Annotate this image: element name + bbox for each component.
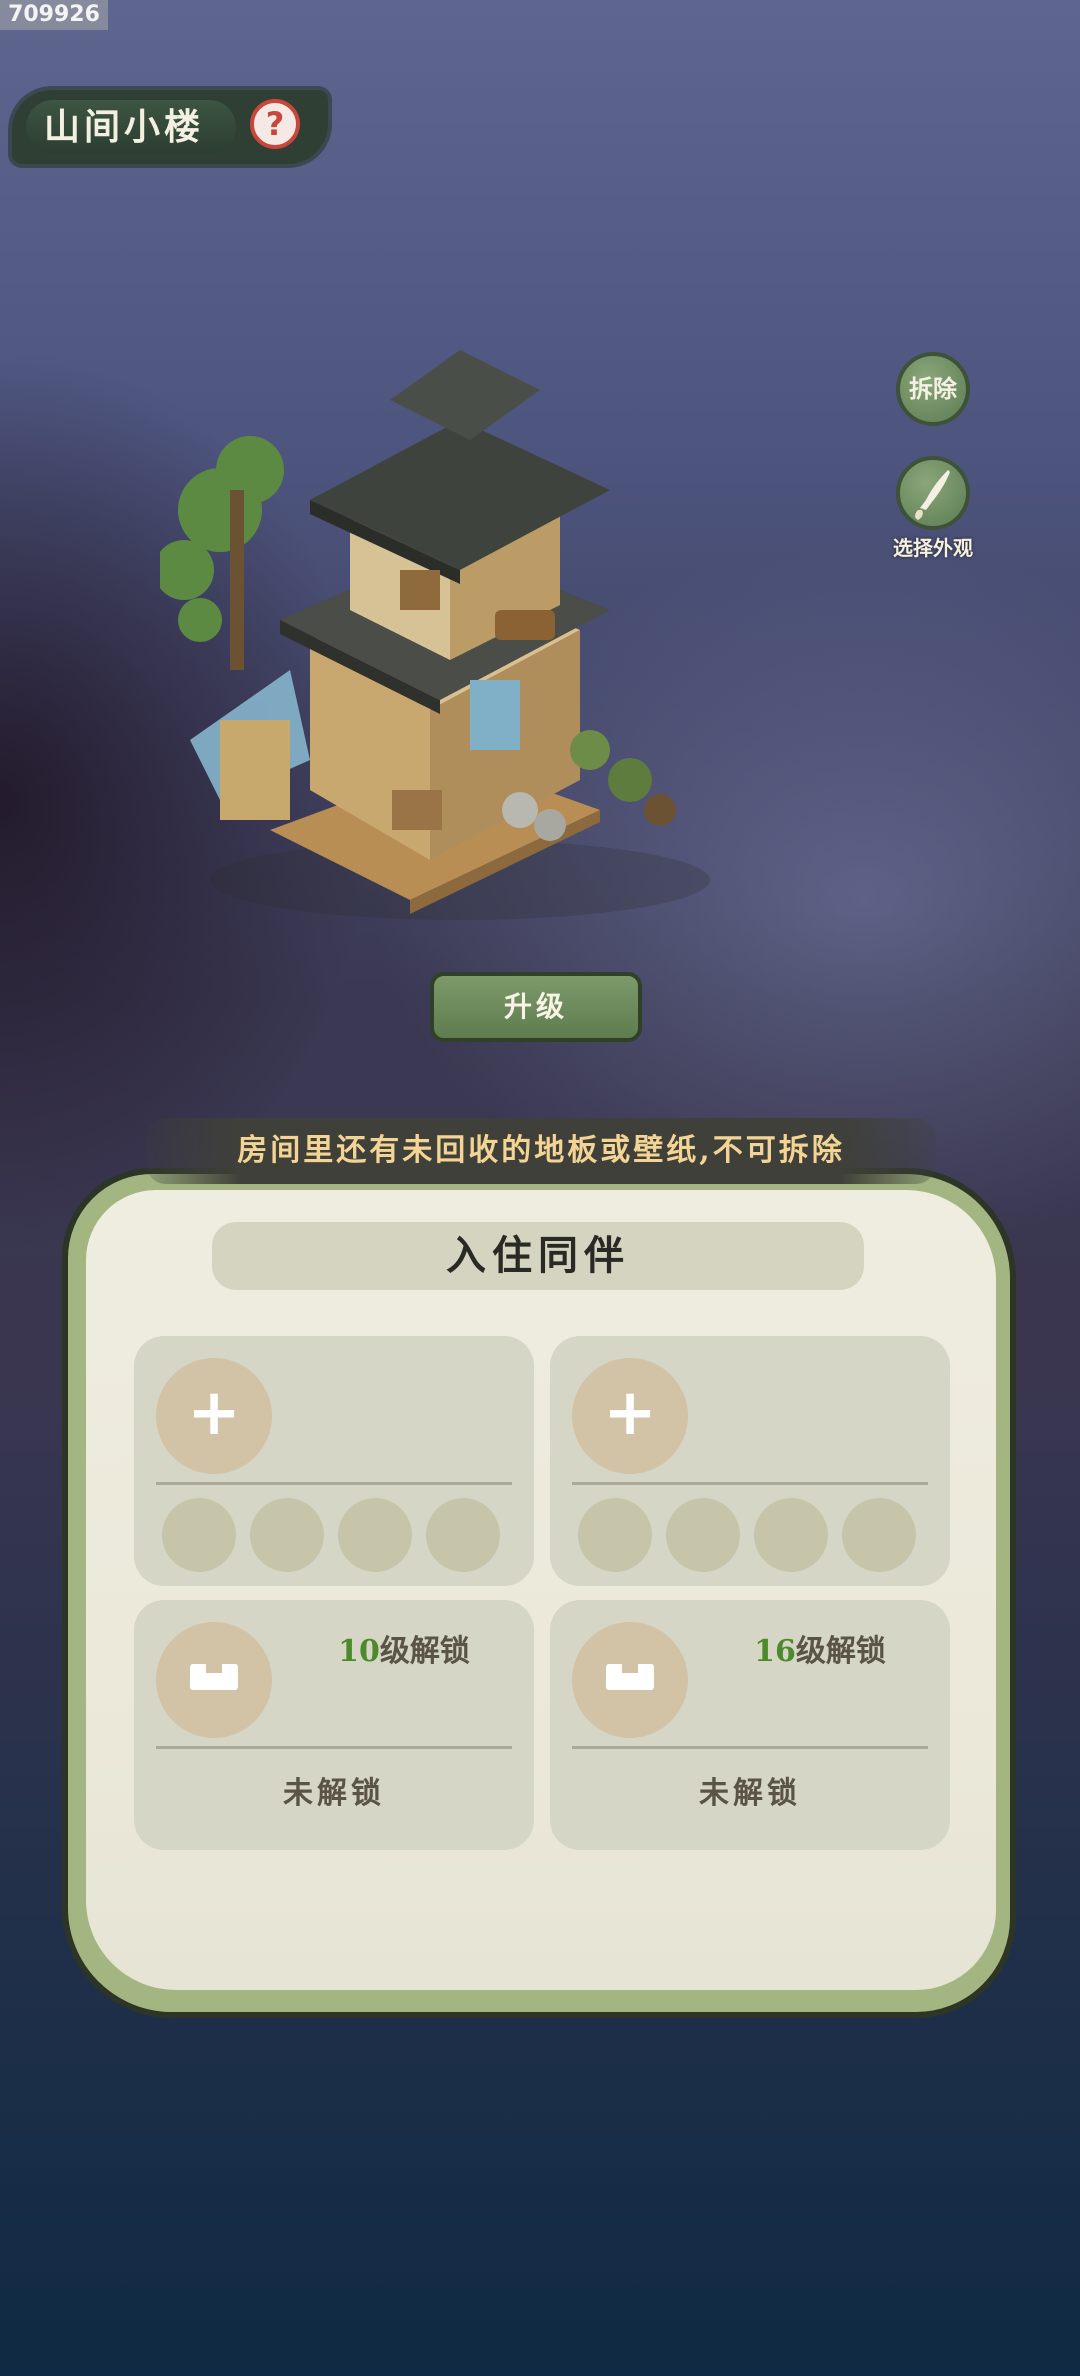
item-slot[interactable] xyxy=(426,1498,500,1572)
item-slot[interactable] xyxy=(338,1498,412,1572)
upgrade-button[interactable]: 升级 xyxy=(430,972,642,1042)
divider xyxy=(156,1482,512,1485)
lock-icon xyxy=(190,1664,238,1690)
appearance-label: 选择外观 xyxy=(893,536,973,560)
item-slot[interactable] xyxy=(754,1498,828,1572)
item-slot[interactable] xyxy=(578,1498,652,1572)
panel-title: 入住同伴 xyxy=(212,1222,864,1290)
demolish-warning: 房间里还有未回收的地板或壁纸,不可拆除 xyxy=(146,1118,936,1184)
item-slot[interactable] xyxy=(666,1498,740,1572)
companion-panel xyxy=(86,1190,996,1990)
unlock-level-suffix: 级解锁 xyxy=(795,1634,886,1669)
divider xyxy=(572,1746,928,1749)
locked-status: 未解锁 xyxy=(699,1776,801,1811)
divider xyxy=(572,1482,928,1485)
unlock-level-number: 16 xyxy=(754,1634,796,1669)
lock-icon xyxy=(606,1664,654,1690)
unlock-level-number: 10 xyxy=(338,1634,380,1669)
item-slot[interactable] xyxy=(162,1498,236,1572)
mountain-house-illustration xyxy=(160,350,710,920)
unlock-level-suffix: 级解锁 xyxy=(379,1634,470,1669)
add-companion-icon[interactable]: + xyxy=(156,1358,272,1474)
locked-slot-1: 10级解锁 未解锁 xyxy=(134,1600,534,1850)
companion-slot-1[interactable]: + xyxy=(134,1336,534,1586)
unlock-requirement: 16级解锁 xyxy=(710,1626,930,1670)
item-slot[interactable] xyxy=(250,1498,324,1572)
demolish-button[interactable]: 拆除 xyxy=(896,352,970,426)
building-title: 山间小楼 xyxy=(44,106,205,148)
add-companion-icon[interactable]: + xyxy=(572,1358,688,1474)
build-id-tag: 709926 xyxy=(0,0,108,30)
divider xyxy=(156,1746,512,1749)
locked-slot-2: 16级解锁 未解锁 xyxy=(550,1600,950,1850)
help-icon[interactable]: ? xyxy=(250,99,300,149)
item-slot[interactable] xyxy=(842,1498,916,1572)
brush-icon xyxy=(915,470,950,520)
appearance-button[interactable] xyxy=(896,456,970,530)
companion-slot-2[interactable]: + xyxy=(550,1336,950,1586)
locked-status: 未解锁 xyxy=(283,1776,385,1811)
unlock-requirement: 10级解锁 xyxy=(294,1626,514,1670)
